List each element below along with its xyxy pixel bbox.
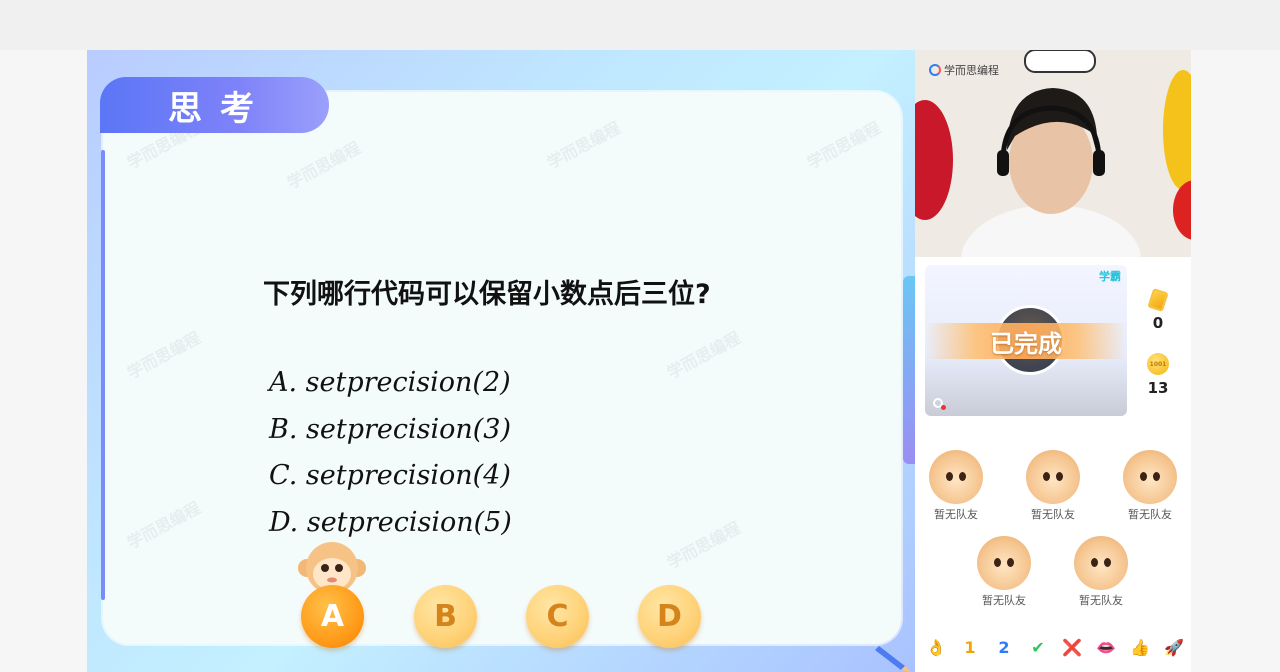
cross-icon[interactable]: ❌ [1061,638,1083,657]
answer-b-button[interactable]: B [414,585,477,648]
option-b: B. setprecision(3) [269,413,511,445]
brand-logo-icon [929,64,941,76]
card-icon [1147,288,1169,312]
answer-a-button[interactable]: A [301,585,364,648]
monkey-avatar-icon [929,450,983,504]
answer-c-button[interactable]: C [526,585,589,648]
role-tag: 学霸 [1099,270,1121,283]
cards-count: 0 [1152,314,1164,332]
monkey-avatar-icon [1123,450,1177,504]
pencil-icon[interactable] [875,642,911,672]
rocket-icon[interactable]: 🚀 [1163,638,1185,657]
teacher-video-feed [915,50,1191,257]
check-icon[interactable]: ✔ [1027,638,1049,657]
mic-muted-indicator-icon [941,405,946,410]
options-list: A. setprecision(2) B. setprecision(3) C.… [269,360,512,546]
side-drawer-handle[interactable] [903,276,915,464]
team-slot[interactable]: 暂无队友 [916,450,996,522]
option-a: A. setprecision(2) [269,367,511,398]
option-c: C. setprecision(4) [269,460,511,491]
watermark: 学而思编程 [123,328,204,383]
watermark: 学而思编程 [663,518,744,573]
student-status-panel: 学霸 已完成 [925,265,1127,416]
card-edge [101,150,105,600]
team-slot-label: 暂无队友 [934,508,978,521]
brand-label: 学而思编程 [944,64,999,77]
coins-count: 13 [1147,379,1169,397]
teacher-video: 学而思编程 [915,50,1191,257]
courseware-stage: 学而思编程 学而思编程 学而思编程 学而思编程 学而思编程 学而思编程 学而思编… [87,50,915,672]
reaction-bar: 👌 1 2 ✔ ❌ 👄 👍 🚀 [925,638,1185,657]
monkey-avatar-icon [977,536,1031,590]
watermark: 学而思编程 [283,138,364,193]
team-slot[interactable]: 暂无队友 [1110,450,1190,522]
answer-d-button[interactable]: D [638,585,701,648]
completion-banner: 已完成 [925,323,1127,359]
coins-stat: 1001 13 [1133,353,1183,397]
coin-icon: 1001 [1147,353,1169,375]
watermark: 学而思编程 [543,118,624,173]
thumbs-up-icon[interactable]: 👍 [1129,638,1151,657]
lips-icon[interactable]: 👄 [1095,638,1117,657]
team-slot-label: 暂无队友 [1031,508,1075,521]
watermark: 学而思编程 [663,328,744,383]
team-slot[interactable]: 暂无队友 [1013,450,1093,522]
number-one-icon[interactable]: 1 [959,638,981,657]
team-slot-label: 暂无队友 [1079,594,1123,607]
ok-hand-icon[interactable]: 👌 [925,638,947,657]
slide-title-tab: 思考 [100,77,329,133]
video-brand: 学而思编程 [929,62,999,78]
monkey-avatar-icon [1074,536,1128,590]
number-two-icon[interactable]: 2 [993,638,1015,657]
monkey-avatar-icon [1026,450,1080,504]
team-slot-label: 暂无队友 [1128,508,1172,521]
right-panel: 学而思编程 学霸 已完成 0 1001 13 暂无队友 暂无队友 暂无队友 暂无… [915,50,1191,672]
watermark: 学而思编程 [123,498,204,553]
watermark: 学而思编程 [803,118,884,173]
team-slot[interactable]: 暂无队友 [1061,536,1141,608]
team-slot-label: 暂无队友 [982,594,1026,607]
cards-stat: 0 [1133,288,1183,332]
question-card: 学而思编程 学而思编程 学而思编程 学而思编程 学而思编程 学而思编程 学而思编… [103,92,901,644]
team-slot[interactable]: 暂无队友 [964,536,1044,608]
question-text: 下列哪行代码可以保留小数点后三位? [263,279,711,310]
top-bar [0,0,1280,50]
